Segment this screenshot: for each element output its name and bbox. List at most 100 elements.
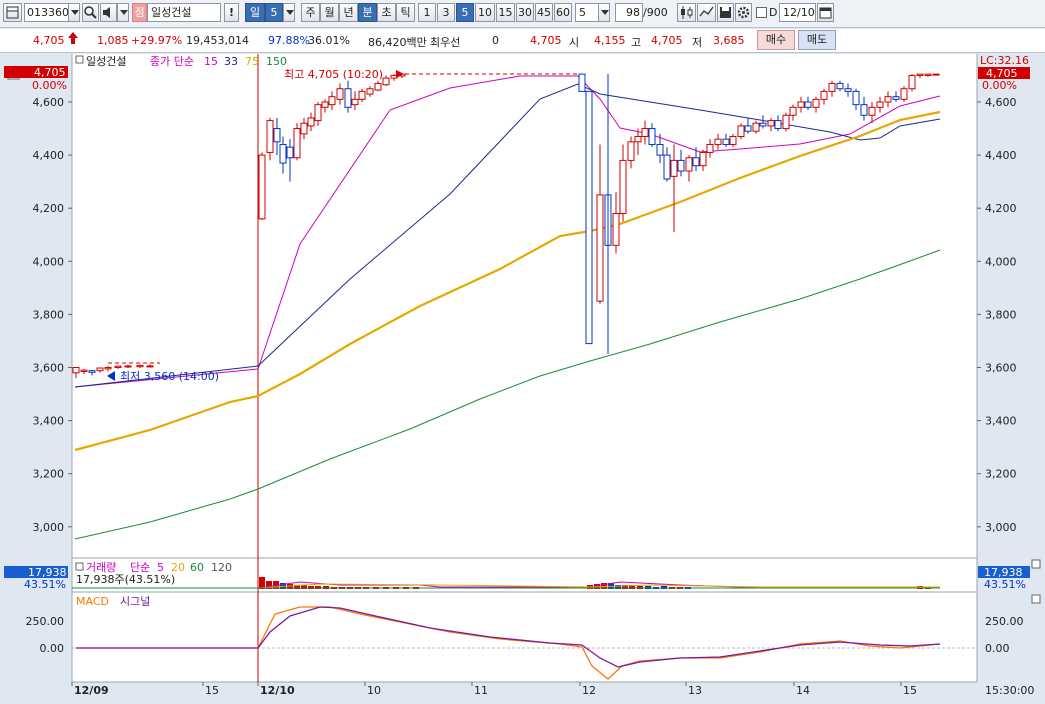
candle-body: [627, 141, 635, 161]
period-minute-button[interactable]: 분: [358, 3, 377, 22]
volume-panel-close-icon[interactable]: [1031, 559, 1041, 569]
legend-ma-33: 33: [224, 55, 238, 68]
current-price: 4,705: [33, 34, 65, 47]
candle-body: [722, 138, 730, 145]
candle-body: [892, 96, 900, 100]
candle-body: [868, 106, 876, 116]
toolbar: 013360 점 일성건설 ! 일 5 주 월 년 분 초 틱 1 3 5 10 15 3…: [0, 0, 1045, 28]
candle-body: [648, 128, 656, 145]
count-select-dropdown[interactable]: [598, 3, 610, 22]
time-axis-label: 10: [367, 684, 381, 697]
price-repeat: 4,705: [530, 34, 562, 47]
open-label: 시: [569, 36, 580, 49]
time-axis-label: 12/09: [74, 684, 109, 697]
time-axis-bg: [0, 682, 1045, 701]
speaker-icon[interactable]: [100, 3, 117, 22]
right-pct: 0.00%: [982, 79, 1017, 92]
stock-code-dropdown[interactable]: [68, 3, 80, 22]
stock-name-field[interactable]: 일성건설: [147, 3, 221, 22]
candle-body: [836, 82, 844, 90]
chart-area[interactable]: 최고 4,705 (10:20) 최저 3,560 (14:00) 일성건설 종…: [0, 54, 1045, 701]
period-day-dropdown[interactable]: [283, 3, 295, 22]
candle-body: [663, 154, 671, 180]
candle-body: [114, 365, 122, 368]
candle-body: [293, 128, 301, 159]
candle-body: [634, 136, 642, 143]
time-axis-label: 14: [796, 684, 810, 697]
trade-amount: 86,420백만: [368, 36, 427, 49]
time-axis-label: 15: [205, 684, 219, 697]
period-second-button[interactable]: 초: [377, 3, 396, 22]
candle-body: [752, 122, 760, 132]
period-day-value[interactable]: 5: [265, 3, 283, 22]
candle-settings-icon[interactable]: [677, 3, 696, 22]
sell-button[interactable]: 매도: [798, 30, 836, 50]
buy-button[interactable]: 매수: [757, 30, 795, 50]
candle-body: [374, 82, 382, 91]
price-tick-label: 3,000: [985, 521, 1017, 534]
interval-button-3[interactable]: 3: [437, 3, 455, 22]
alert-button[interactable]: !: [224, 3, 239, 22]
interval-button-1[interactable]: 1: [418, 3, 436, 22]
candle-body: [860, 104, 868, 116]
candle-body: [916, 73, 924, 76]
macd-tick-label: 0.00: [40, 642, 65, 655]
search-icon[interactable]: [82, 3, 99, 22]
candle-body: [328, 96, 336, 106]
count-display[interactable]: 98: [615, 3, 643, 22]
candle-body: [759, 122, 767, 127]
candle-body: [714, 138, 722, 145]
macd-legend: MACD: [76, 595, 109, 608]
date-checkbox[interactable]: [756, 7, 767, 18]
period-tick-button[interactable]: 틱: [396, 3, 415, 22]
macd-tick-label: 250.00: [26, 615, 65, 628]
volume-left-pct: 43.51%: [24, 578, 66, 591]
price-tick-label: 4,200: [33, 202, 65, 215]
price-tick-label: 4,200: [985, 202, 1017, 215]
draw-tool-icon[interactable]: [697, 3, 716, 22]
interval-button-15[interactable]: 15: [496, 3, 515, 22]
open-value: 4,155: [594, 34, 626, 47]
low-annotation: 최저 3,560 (14:00): [120, 370, 219, 383]
candle-body: [656, 143, 664, 156]
candle-body: [585, 90, 593, 345]
candle-body: [104, 367, 112, 370]
speaker-dropdown[interactable]: [117, 3, 129, 22]
price-tick-label: 3,200: [985, 468, 1017, 481]
volume-ratio: 97.88%: [268, 34, 310, 47]
period-day-button[interactable]: 일: [245, 3, 265, 22]
candle-body: [677, 159, 685, 172]
macd-panel-close-icon[interactable]: [1031, 594, 1041, 604]
candle-body: [641, 128, 649, 138]
price-tick-label: 3,000: [33, 521, 65, 534]
candle-body: [88, 370, 96, 373]
candle-body: [767, 120, 775, 127]
price-tick-label: 4,000: [33, 255, 65, 268]
date-input[interactable]: 12/10: [779, 3, 816, 22]
volume-right-pct: 43.51%: [984, 578, 1026, 591]
layout-icon[interactable]: [3, 3, 22, 22]
price-chart[interactable]: 최고 4,705 (10:20) 최저 3,560 (14:00) 일성건설 종…: [0, 54, 1045, 701]
count-total: /900: [643, 6, 668, 19]
candle-body: [876, 101, 884, 108]
calendar-icon[interactable]: [817, 3, 834, 22]
interval-button-10[interactable]: 10: [475, 3, 495, 22]
interval-button-60[interactable]: 60: [554, 3, 572, 22]
stock-code-input[interactable]: 013360: [24, 3, 70, 22]
period-month-button[interactable]: 월: [320, 3, 339, 22]
candle-body: [578, 73, 586, 92]
save-icon[interactable]: [717, 3, 734, 22]
candle-body: [774, 120, 782, 130]
candle-body: [336, 88, 344, 100]
interval-button-30[interactable]: 30: [516, 3, 534, 22]
interval-button-5[interactable]: 5: [456, 3, 474, 22]
period-year-button[interactable]: 년: [339, 3, 358, 22]
candle-body: [258, 154, 266, 220]
candle-body: [307, 117, 315, 127]
candle-body: [96, 367, 104, 372]
gear-icon[interactable]: [735, 3, 752, 22]
count-select[interactable]: 5: [575, 3, 599, 22]
interval-button-45[interactable]: 45: [535, 3, 553, 22]
left-price-tag: 4,705: [34, 66, 66, 79]
period-week-button[interactable]: 주: [301, 3, 320, 22]
